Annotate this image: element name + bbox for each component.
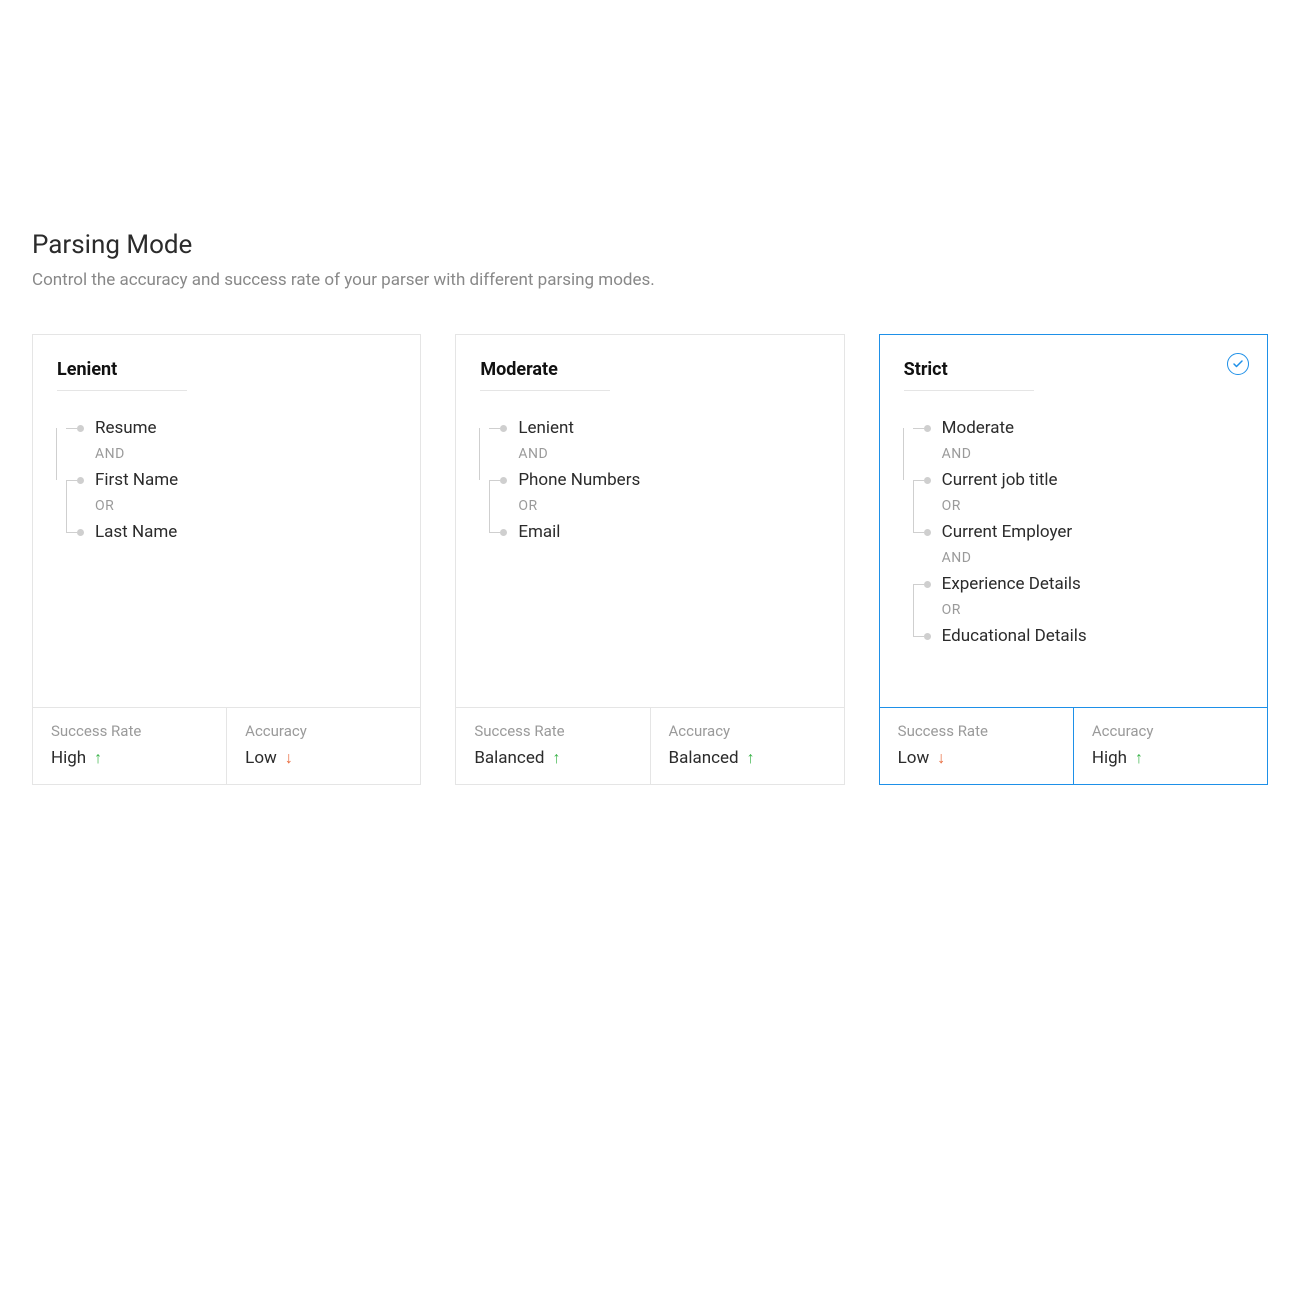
arrow-up-icon: ↑ bbox=[1135, 748, 1143, 768]
page-subtitle: Control the accuracy and success rate of… bbox=[32, 270, 1268, 290]
metric-accuracy: Accuracy Low ↓ bbox=[227, 708, 420, 784]
rule-tree: Resume AND First Name OR Last Name bbox=[57, 417, 396, 543]
metric-success-rate: Success Rate Balanced ↑ bbox=[456, 708, 650, 784]
metric-label: Accuracy bbox=[669, 722, 826, 740]
metric-label: Success Rate bbox=[474, 722, 631, 740]
card-footer: Success Rate Balanced ↑ Accuracy Balance… bbox=[456, 707, 843, 784]
rule-item: Experience Details bbox=[942, 574, 1081, 594]
parsing-mode-card-lenient[interactable]: Lenient Resume AND First Name OR Last Na… bbox=[32, 334, 421, 785]
metric-value: High bbox=[51, 748, 86, 768]
metric-value: Low bbox=[898, 748, 930, 768]
arrow-down-icon: ↓ bbox=[285, 748, 293, 768]
arrow-up-icon: ↑ bbox=[552, 748, 560, 768]
rule-operator-or: OR bbox=[942, 495, 1243, 517]
metric-accuracy: Accuracy Balanced ↑ bbox=[651, 708, 844, 784]
rule-operator-and: AND bbox=[95, 443, 396, 465]
metric-value: High bbox=[1092, 748, 1127, 768]
arrow-down-icon: ↓ bbox=[937, 748, 945, 768]
rule-operator-and: AND bbox=[518, 443, 819, 465]
rule-operator-and: AND bbox=[942, 443, 1243, 465]
rule-item: Current Employer bbox=[942, 522, 1073, 542]
card-title: Strict bbox=[904, 359, 1034, 391]
rule-tree: Moderate AND Current job title OR Curren… bbox=[904, 417, 1243, 647]
rule-item: Resume bbox=[95, 418, 157, 438]
parsing-mode-cards: Lenient Resume AND First Name OR Last Na… bbox=[32, 334, 1268, 785]
rule-item: Last Name bbox=[95, 522, 177, 542]
metric-value: Balanced bbox=[669, 748, 739, 768]
rule-item: Lenient bbox=[518, 418, 574, 438]
card-footer: Success Rate Low ↓ Accuracy High ↑ bbox=[880, 707, 1267, 784]
metric-value: Low bbox=[245, 748, 277, 768]
selected-check-icon bbox=[1227, 353, 1249, 375]
rule-item: First Name bbox=[95, 470, 178, 490]
metric-label: Success Rate bbox=[898, 722, 1055, 740]
rule-item: Moderate bbox=[942, 418, 1014, 438]
metric-accuracy: Accuracy High ↑ bbox=[1074, 708, 1267, 784]
metric-label: Success Rate bbox=[51, 722, 208, 740]
card-title: Moderate bbox=[480, 359, 610, 391]
metric-success-rate: Success Rate Low ↓ bbox=[880, 708, 1074, 784]
rule-item: Educational Details bbox=[942, 626, 1087, 646]
arrow-up-icon: ↑ bbox=[747, 748, 755, 768]
rule-item: Current job title bbox=[942, 470, 1058, 490]
rule-item: Email bbox=[518, 522, 560, 542]
rule-item: Phone Numbers bbox=[518, 470, 640, 490]
rule-operator-and: AND bbox=[942, 547, 1243, 569]
rule-operator-or: OR bbox=[95, 495, 396, 517]
parsing-mode-card-moderate[interactable]: Moderate Lenient AND Phone Numbers OR Em… bbox=[455, 334, 844, 785]
page-title: Parsing Mode bbox=[32, 230, 1268, 260]
metric-value: Balanced bbox=[474, 748, 544, 768]
parsing-mode-card-strict[interactable]: Strict Moderate AND Current job title OR… bbox=[879, 334, 1268, 785]
rule-operator-or: OR bbox=[518, 495, 819, 517]
card-footer: Success Rate High ↑ Accuracy Low ↓ bbox=[33, 707, 420, 784]
arrow-up-icon: ↑ bbox=[94, 748, 102, 768]
metric-success-rate: Success Rate High ↑ bbox=[33, 708, 227, 784]
metric-label: Accuracy bbox=[1092, 722, 1249, 740]
card-title: Lenient bbox=[57, 359, 187, 391]
rule-operator-or: OR bbox=[942, 599, 1243, 621]
metric-label: Accuracy bbox=[245, 722, 402, 740]
rule-tree: Lenient AND Phone Numbers OR Email bbox=[480, 417, 819, 543]
